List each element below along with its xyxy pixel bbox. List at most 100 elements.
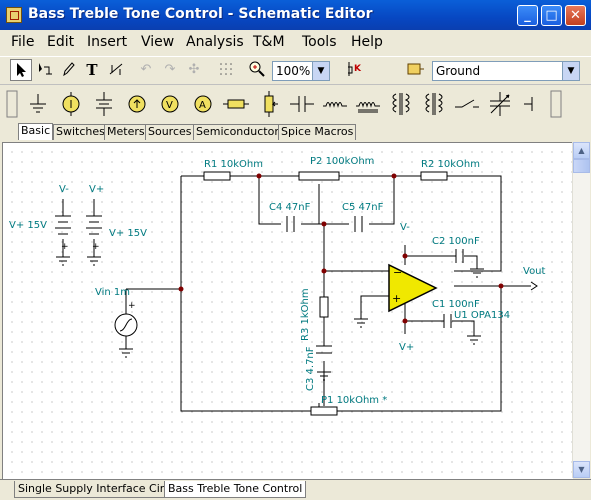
vminus-battery-label: V- [59, 184, 69, 195]
tab-basic[interactable]: Basic [18, 123, 54, 140]
transformer-core-icon[interactable] [419, 89, 449, 119]
scroll-up-icon[interactable]: ▲ [573, 142, 590, 159]
menu-help[interactable]: Help [351, 34, 383, 50]
tab-semiconductors[interactable]: Semiconductors [193, 124, 288, 140]
wire-select-icon[interactable] [33, 59, 55, 81]
c3-capacitor[interactable] [316, 345, 332, 354]
title-bar: Bass Treble Tone Control - Schematic Edi… [0, 0, 591, 30]
menu-tools[interactable]: Tools [302, 34, 337, 50]
p1-label: P1 10kOhm * [321, 395, 387, 406]
menu-insert[interactable]: Insert [87, 34, 127, 50]
tab-bass-treble[interactable]: Bass Treble Tone Control [164, 481, 307, 498]
component-select[interactable]: Ground ▼ [432, 61, 580, 81]
switch-icon[interactable] [452, 89, 482, 119]
place-component-icon[interactable] [404, 59, 426, 81]
voltmeter-icon[interactable]: V [155, 89, 185, 119]
vertical-scrollbar[interactable]: ▲ ▼ [572, 142, 590, 478]
c1-label: C1 100nF [432, 299, 480, 310]
vin-label: Vin 1m [95, 287, 130, 298]
vplus-battery-label: V+ [89, 184, 104, 195]
tab-single-supply[interactable]: Single Supply Interface Circuit [14, 481, 189, 498]
svg-text:+: + [61, 242, 69, 252]
resistor-icon[interactable] [221, 89, 251, 119]
component-toolbar: V A [0, 84, 591, 123]
c4-label: C4 47nF [269, 202, 311, 213]
pencil-icon[interactable] [57, 59, 79, 81]
undo-icon[interactable]: ↶ [135, 59, 157, 81]
battery-icon[interactable] [89, 89, 119, 119]
battery2-value-label: V+ 15V [109, 228, 147, 239]
c5-label: C5 47nF [342, 202, 384, 213]
zoom-value: 100% [276, 64, 311, 78]
scrollbar-thumb[interactable] [573, 159, 590, 173]
window-title: Bass Treble Tone Control - Schematic Edi… [28, 6, 373, 22]
r1-label: R1 10kOhm [204, 159, 263, 170]
svg-text:V: V [166, 100, 173, 111]
p2-label: P2 100kOhm [310, 156, 374, 167]
svg-text:−: − [393, 266, 402, 279]
schematic-drawing: − + R1 10kOhm P2 100kOhm R2 10kOhm C4 47… [9, 156, 546, 416]
c2-label: C2 100nF [432, 236, 480, 247]
svg-text:+: + [92, 242, 100, 252]
app-icon [6, 7, 22, 23]
r3-label: R3 1kOhm [300, 288, 311, 341]
menu-analysis[interactable]: Analysis [186, 34, 244, 50]
scroll-down-icon[interactable]: ▼ [573, 461, 590, 478]
snap-icon[interactable]: ✣ [183, 59, 205, 81]
menu-view[interactable]: View [141, 34, 174, 50]
zoom-select[interactable]: 100% ▼ [272, 61, 330, 81]
tab-meters[interactable]: Meters [104, 124, 148, 140]
menu-tm[interactable]: T&M [253, 34, 285, 50]
close-button[interactable]: ✕ [565, 5, 586, 26]
variable-capacitor-icon[interactable] [485, 89, 515, 119]
r2-resistor[interactable] [420, 171, 448, 181]
tab-switches[interactable]: Switches [53, 124, 108, 140]
select-arrow-icon[interactable] [10, 59, 32, 81]
p2-potentiometer[interactable] [298, 171, 340, 181]
chevron-down-icon: ▼ [562, 62, 579, 80]
component-select-value: Ground [436, 64, 481, 78]
svg-text:+: + [392, 292, 401, 305]
capacitor-vertical-icon[interactable] [518, 89, 548, 119]
r2-label: R2 10kOhm [421, 159, 480, 170]
menu-edit[interactable]: Edit [47, 34, 74, 50]
current-source-icon[interactable] [122, 89, 152, 119]
battery-symbols[interactable] [55, 215, 102, 235]
menu-bar: File Edit Insert View Analysis T&M Tools… [0, 30, 591, 54]
minimize-button[interactable]: _ [517, 5, 538, 26]
maximize-button[interactable]: □ [541, 5, 562, 26]
r3-resistor[interactable] [319, 296, 329, 318]
svg-text:+: + [128, 301, 136, 311]
battery1-value-label: V+ 15V [9, 220, 47, 231]
scroll-left-icon[interactable] [5, 89, 19, 119]
c3-label: C3 4.7nF [305, 346, 316, 391]
ammeter-icon[interactable]: A [188, 89, 218, 119]
menu-file[interactable]: File [11, 34, 34, 50]
transformer-icon[interactable] [386, 89, 416, 119]
component-properties-icon[interactable]: K [343, 59, 365, 81]
capacitor-icon[interactable] [287, 89, 317, 119]
opamp-vminus-label: V- [400, 222, 410, 233]
svg-text:K: K [354, 64, 362, 74]
p1-potentiometer[interactable] [310, 406, 338, 416]
wire-tool-icon[interactable] [105, 59, 127, 81]
grid-icon[interactable] [215, 59, 237, 81]
redo-icon[interactable]: ↷ [159, 59, 181, 81]
component-tab-bar: Basic Switches Meters Sources Semiconduc… [0, 122, 591, 140]
text-tool-icon[interactable]: T [81, 59, 103, 81]
potentiometer-icon[interactable] [254, 89, 284, 119]
inductor-core-icon[interactable] [353, 89, 383, 119]
scroll-right-icon[interactable] [549, 89, 563, 119]
ground-component-icon[interactable] [23, 89, 53, 119]
inductor-icon[interactable] [320, 89, 350, 119]
zoom-icon[interactable] [246, 59, 268, 81]
chevron-down-icon: ▼ [312, 62, 329, 80]
schematic-canvas[interactable]: − + R1 10kOhm P2 100kOhm R2 10kOhm C4 47… [2, 142, 573, 479]
tab-sources[interactable]: Sources [145, 124, 195, 140]
tab-spice-macros[interactable]: Spice Macros [278, 124, 357, 140]
vout-label: Vout [523, 266, 546, 277]
r1-resistor[interactable] [203, 171, 231, 181]
voltage-source-icon[interactable] [56, 89, 86, 119]
opamp-vplus-label: V+ [399, 342, 414, 353]
u1-label: U1 OPA134 [454, 310, 510, 321]
